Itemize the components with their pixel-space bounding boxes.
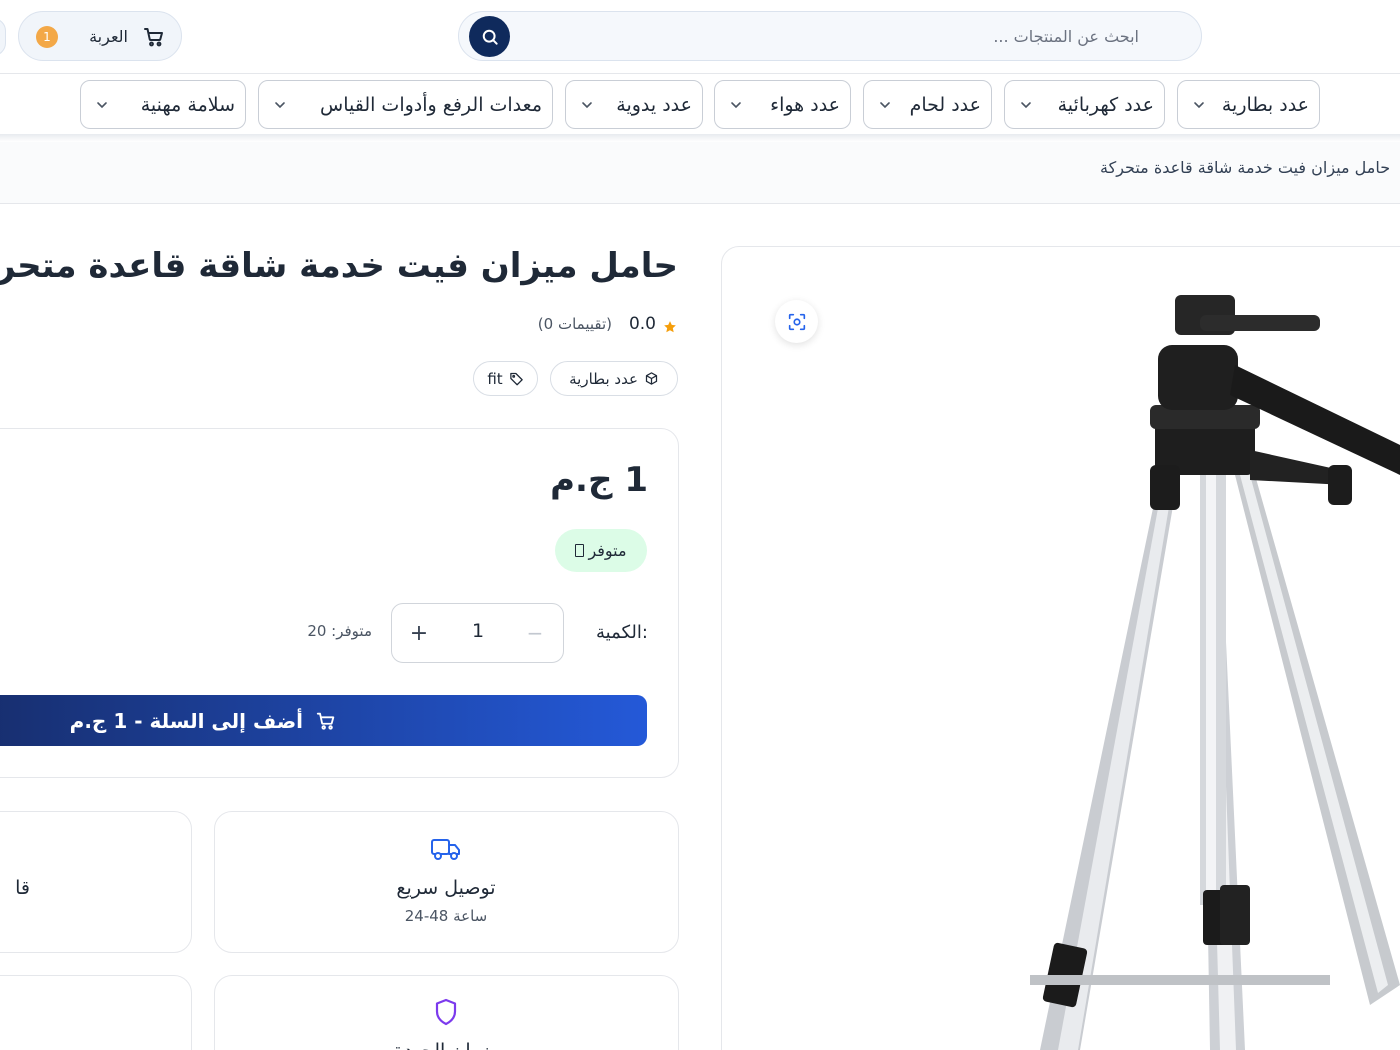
- category-label: عدد يدوية: [616, 93, 692, 116]
- category-label: عدد لحام: [909, 93, 981, 116]
- stock-label: متوفر: [588, 541, 627, 560]
- add-to-cart-button[interactable]: أضف إلى السلة - 1 ج.م: [0, 695, 647, 746]
- chevron-down-icon: [1021, 101, 1031, 108]
- stock-indicator-icon: [575, 544, 585, 557]
- category-battery-tools[interactable]: عدد بطارية: [1177, 80, 1320, 129]
- rating-value: 0.0: [628, 314, 656, 334]
- header-divider: [0, 73, 1400, 74]
- search-icon: [482, 29, 498, 45]
- search-box: [458, 11, 1202, 61]
- rating-count: (0 تقييمات): [537, 315, 612, 333]
- delivery-title: توصيل سريع: [396, 877, 496, 899]
- product-price: 1 ج.م: [550, 460, 648, 500]
- star-icon: [664, 321, 676, 333]
- category-air-tools[interactable]: عدد هواء: [714, 80, 851, 129]
- search-input[interactable]: [539, 20, 1139, 52]
- category-chip-label: عدد بطارية: [569, 369, 638, 388]
- category-safety[interactable]: سلامة مهنية: [80, 80, 246, 129]
- shield-icon: [435, 998, 457, 1026]
- cart-label: العربة: [89, 27, 128, 46]
- truck-icon: [431, 839, 460, 860]
- quantity-increase-button[interactable]: +: [404, 618, 434, 648]
- brand-chip-label: fit: [487, 369, 503, 388]
- cart-icon: [316, 712, 335, 730]
- breadcrumb-current: حامل ميزان فيت خدمة شاقة قاعدة متحركة: [1100, 158, 1391, 177]
- chevron-down-icon: [275, 101, 285, 108]
- zoom-icon: [788, 313, 805, 330]
- cart-count-badge: 1: [36, 26, 58, 48]
- category-welding-tools[interactable]: عدد لحام: [863, 80, 992, 129]
- category-label: عدد كهربائية: [1057, 93, 1154, 116]
- product-title: حامل ميزان فيت خدمة شاقة قاعدة متحركة: [0, 246, 678, 286]
- chevron-down-icon: [582, 101, 592, 108]
- category-lifting-measuring[interactable]: معدات الرفع وأدوات القياس: [258, 80, 553, 129]
- chevron-down-icon: [880, 101, 890, 108]
- quantity-value[interactable]: 1: [458, 620, 498, 648]
- left-edge-pill[interactable]: [0, 18, 6, 56]
- warranty-title: ضمان الجودة: [330, 1040, 562, 1050]
- cart-icon: [144, 28, 163, 47]
- category-bar-shadow: [0, 134, 1400, 142]
- box-icon: [645, 372, 658, 385]
- chevron-down-icon: [731, 101, 741, 108]
- category-label: عدد هواء: [770, 93, 840, 116]
- category-label: معدات الرفع وأدوات القياس: [320, 93, 542, 116]
- category-electric-tools[interactable]: عدد كهربائية: [1004, 80, 1165, 129]
- feature-2-title: قا: [15, 877, 30, 899]
- search-button[interactable]: [469, 16, 510, 57]
- category-chip[interactable]: عدد بطارية: [550, 361, 678, 396]
- delivery-subtitle: 24-48 ساعة: [404, 907, 488, 925]
- stock-badge: متوفر: [555, 529, 647, 572]
- brand-chip[interactable]: fit: [473, 361, 538, 396]
- zoom-button[interactable]: [775, 300, 818, 343]
- category-hand-tools[interactable]: عدد يدوية: [565, 80, 703, 129]
- chevron-down-icon: [1194, 101, 1204, 108]
- chevron-down-icon: [97, 101, 107, 108]
- category-label: عدد بطارية: [1221, 93, 1309, 116]
- product-image: [1030, 295, 1400, 1050]
- quantity-label: الكمية:: [596, 622, 648, 643]
- category-label: سلامة مهنية: [140, 93, 235, 116]
- available-quantity: متوفر: 20: [307, 622, 372, 640]
- tag-icon: [509, 372, 523, 386]
- quantity-decrease-button[interactable]: −: [520, 618, 550, 648]
- feature-card-4: [0, 975, 192, 1050]
- add-to-cart-label: أضف إلى السلة - 1 ج.م: [69, 708, 303, 733]
